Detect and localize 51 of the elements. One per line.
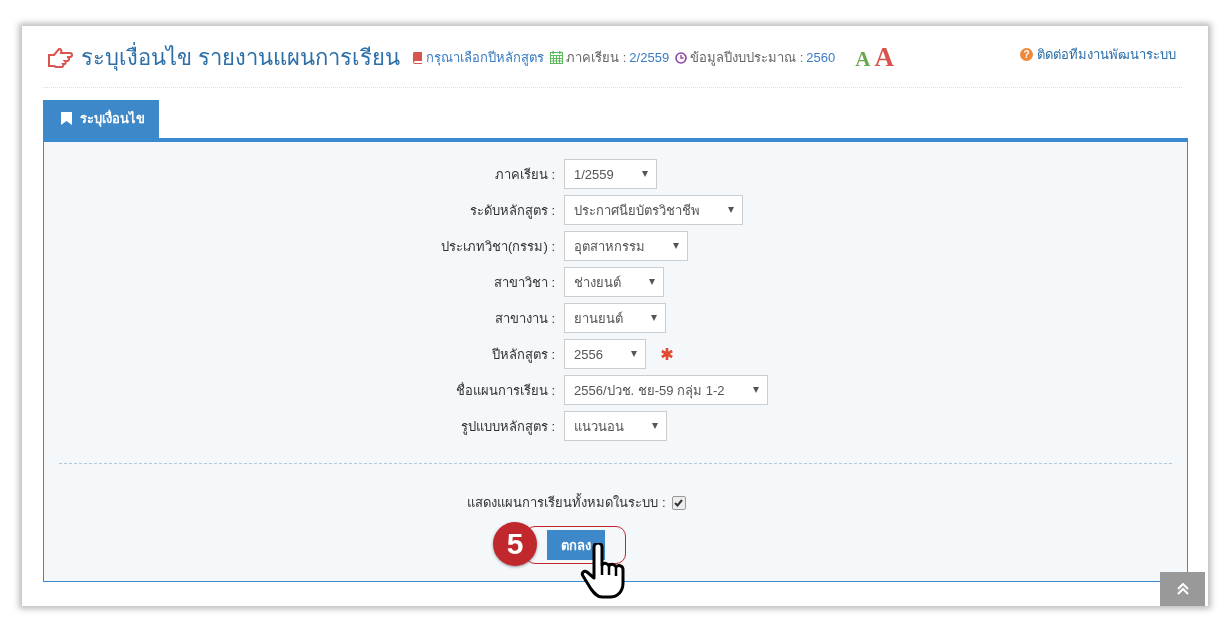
- field-label: สาขาวิชา :: [492, 273, 555, 292]
- book-icon: [412, 51, 424, 64]
- select-field[interactable]: 2556/ปวช. ชย-59 กลุ่ม 1-2: [564, 375, 768, 405]
- select-value: ช่างยนต์: [574, 273, 621, 292]
- font-size-button[interactable]: A: [874, 42, 894, 73]
- caret-icon: [641, 171, 648, 177]
- caret-icon: [652, 423, 658, 429]
- help-icon: ?: [1020, 48, 1033, 61]
- calendar-icon: [550, 51, 564, 64]
- select-field[interactable]: 1/2559: [564, 159, 657, 189]
- select-value: ยานยนต์: [574, 309, 623, 328]
- field-label: รูปแบบหลักสูตร :: [459, 417, 555, 437]
- field-label: ระดับหลักสูตร :: [468, 201, 555, 221]
- pointing-hand-icon: [47, 47, 73, 68]
- select-value: 1/2559: [574, 166, 614, 182]
- select-value: แนวนอน: [574, 417, 624, 436]
- field-label: ภาคเรียน :: [493, 165, 555, 184]
- select-field[interactable]: ประกาศนียบัตรวิชาชีพ: [564, 195, 743, 225]
- select-value: ประกาศนียบัตรวิชาชีพ: [574, 201, 700, 220]
- clock-icon: [675, 51, 688, 64]
- info-value: 2/2559: [629, 50, 670, 65]
- select-field[interactable]: ยานยนต์: [564, 303, 666, 333]
- select-value: 2556: [574, 346, 603, 362]
- field-label: ชื่อแผนการเรียน :: [454, 381, 555, 400]
- caret-icon: [630, 351, 637, 357]
- select-field[interactable]: 2556: [564, 339, 646, 369]
- help-link[interactable]: ? ติดต่อทีมงานพัฒนาระบบ: [1020, 40, 1176, 65]
- caret-icon: [649, 279, 655, 285]
- info-label: ภาคเรียน :: [566, 49, 627, 67]
- select-field[interactable]: ช่างยนต์: [564, 267, 664, 297]
- caret-icon: [651, 315, 657, 321]
- select-field[interactable]: อุตสาหกรรม: [564, 231, 688, 261]
- checkbox[interactable]: [671, 495, 686, 510]
- step-badge: 5: [493, 522, 537, 566]
- caret-icon: [673, 243, 679, 249]
- select-field[interactable]: แนวนอน: [564, 411, 667, 441]
- field-label: ประเภทวิชา(กรรม) :: [440, 237, 555, 256]
- page-title: ระบุเงื่อนไข รายงานแผนการเรียน: [81, 40, 401, 75]
- field-label: ปีหลักสูตร :: [490, 345, 555, 365]
- caret-icon: [752, 387, 759, 393]
- field-label: สาขางาน :: [493, 309, 555, 328]
- caret-icon: [728, 207, 734, 213]
- select-value: อุตสาหกรรม: [574, 237, 645, 257]
- tab[interactable]: ระบุเงื่อนไข: [43, 100, 159, 138]
- double-chevron-up-icon: [1176, 583, 1189, 595]
- info-value: 2560: [806, 50, 836, 65]
- checkbox-label: แสดงแผนการเรียนทั้งหมดในระบบ :: [467, 492, 666, 512]
- bookmark-icon: [61, 112, 72, 125]
- select-value: 2556/ปวช. ชย-59 กลุ่ม 1-2: [574, 381, 725, 401]
- info-label: ข้อมูลปีงบประมาณ :: [690, 49, 804, 68]
- info-label: กรุณาเลือกปีหลักสูตร: [426, 49, 545, 68]
